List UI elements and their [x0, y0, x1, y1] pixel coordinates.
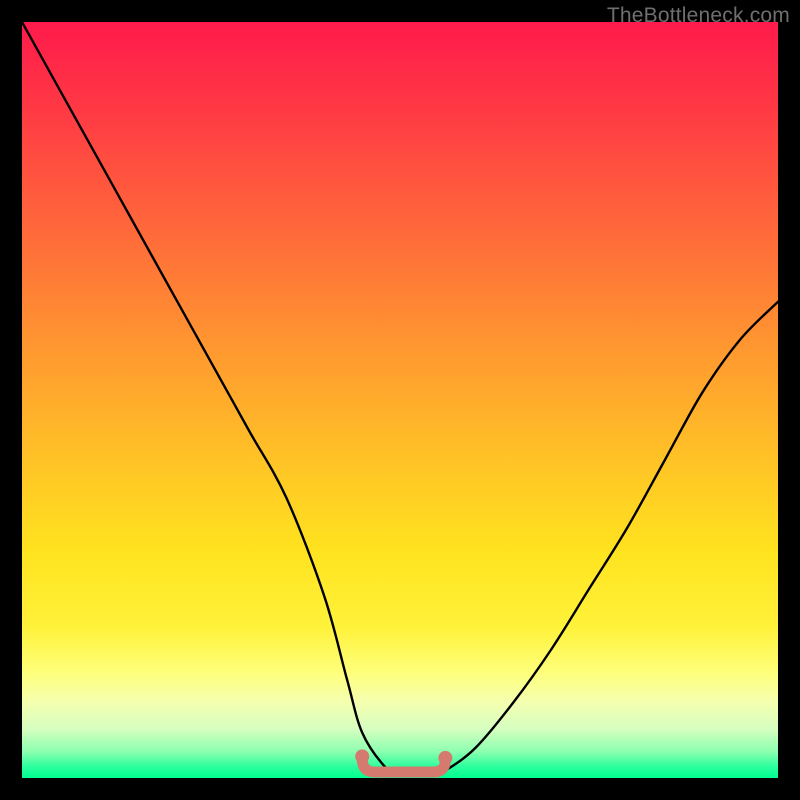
flat-segment-left-cap [355, 749, 369, 763]
bottleneck-curve [22, 22, 778, 775]
chart-frame: TheBottleneck.com [0, 0, 800, 800]
curve-layer [22, 22, 778, 778]
flat-segment-highlight [362, 758, 445, 772]
watermark-text: TheBottleneck.com [607, 4, 790, 28]
plot-area [22, 22, 778, 778]
flat-segment-right-cap [438, 751, 452, 765]
